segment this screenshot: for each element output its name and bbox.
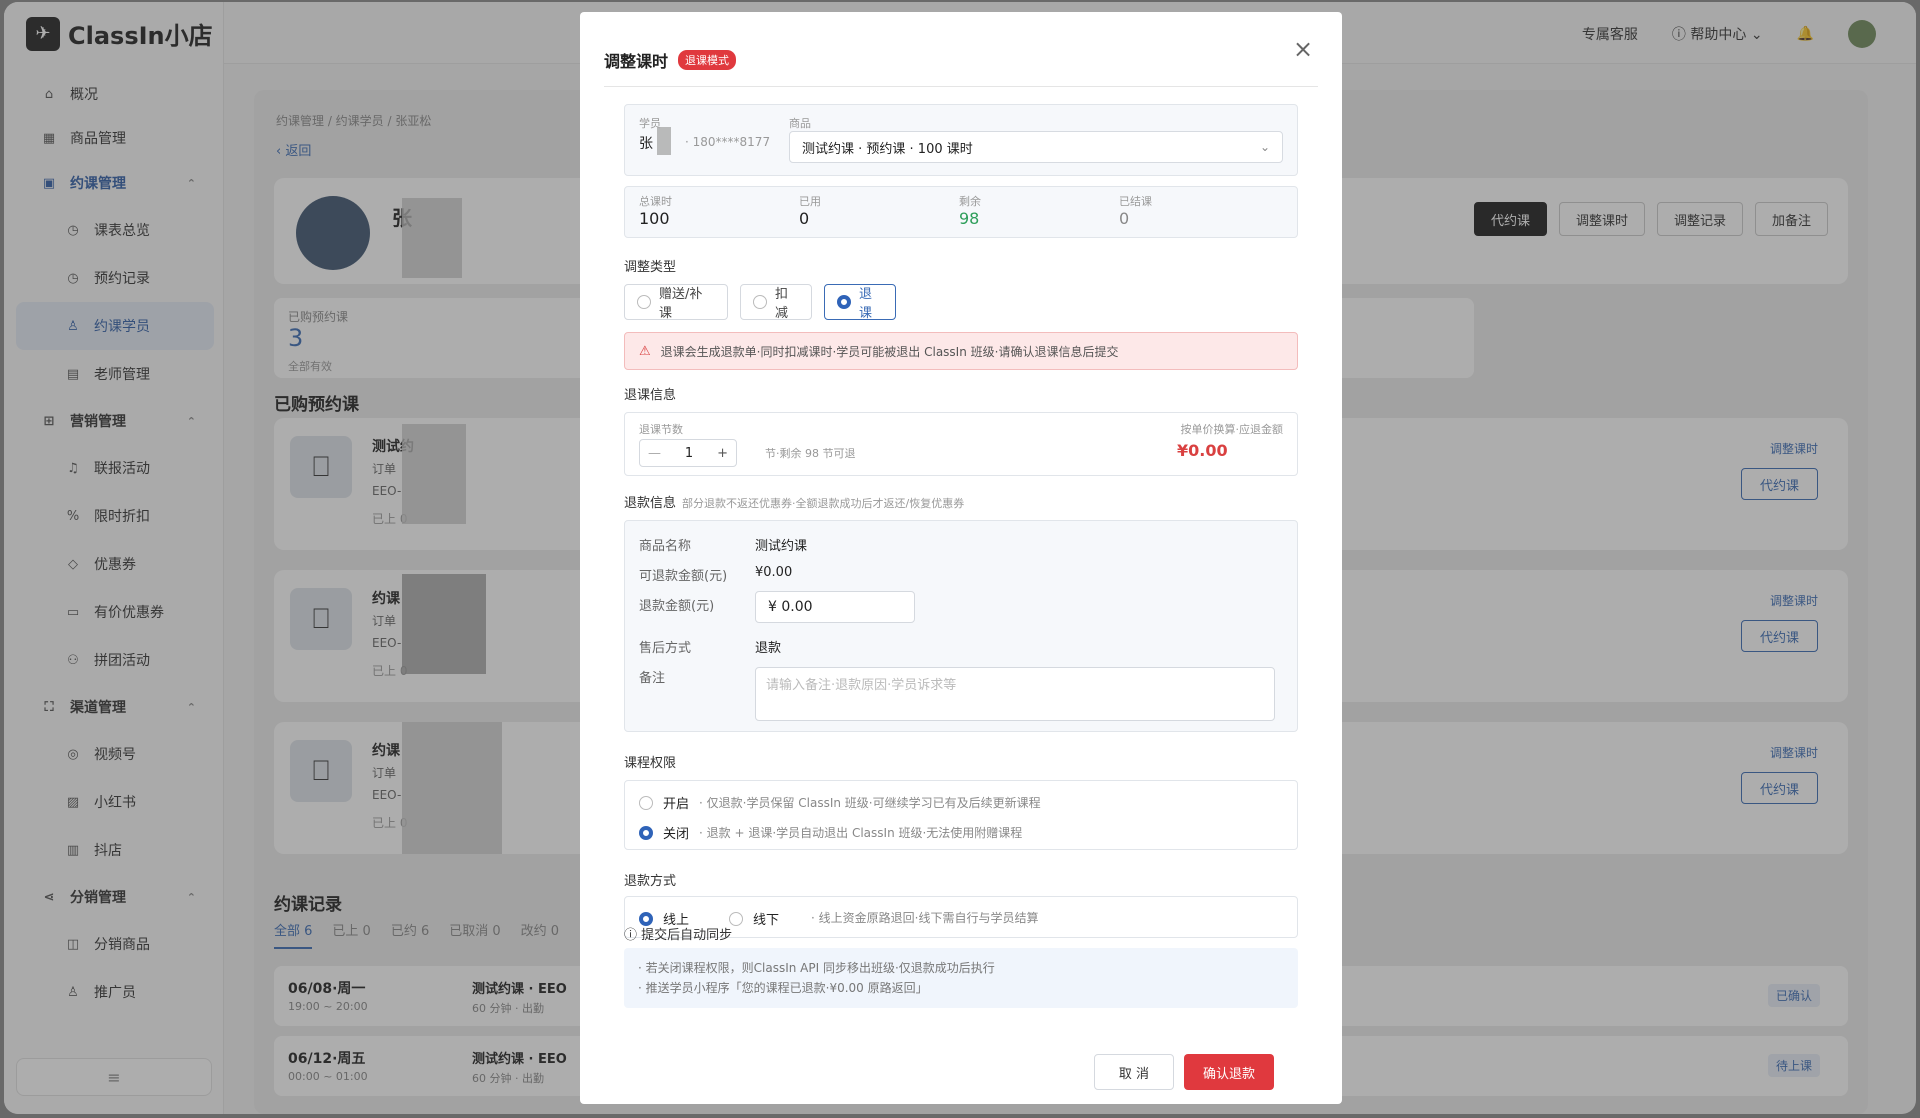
adjust-type-label: 调整类型: [624, 260, 677, 275]
sync-line: · 推送学员小程序「您的课程已退款·¥0.00 原路返回」: [638, 981, 928, 995]
sync-line: · 若关闭课程权限，则ClassIn API 同步移出班级·仅退款成功后执行: [638, 961, 995, 975]
product-value: 测试约课 · 预约课 · 100 课时: [802, 141, 973, 157]
product-name-value: 测试约课: [755, 539, 808, 554]
radio-icon: [753, 295, 767, 309]
student-product-box: 学员 张 · 180****8177 商品 测试约课 · 预约课 · 100 课…: [624, 104, 1298, 176]
info-icon: ⓘ: [624, 928, 638, 943]
drop-count-label: 退课节数: [639, 423, 683, 436]
refund-info-box: 商品名称 测试约课 可退款金额(元) ¥0.00 退款金额(元) ¥ 0.00 …: [624, 520, 1298, 732]
permission-box: 开启 · 仅退款·学员保留 ClassIn 班级·可继续学习已有及后续更新课程 …: [624, 780, 1298, 850]
warning-icon: ⚠: [639, 343, 651, 359]
after-sale-label: 售后方式: [639, 641, 692, 656]
used-hours-label: 已用: [799, 195, 821, 208]
student-name: 张: [639, 136, 653, 152]
refund-info-hint: 部分退款不返还优惠券·全额退款成功后才返还/恢复优惠券: [682, 497, 965, 510]
option-name: 开启: [663, 797, 690, 812]
refund-amount-label: 退款金额(元): [639, 599, 715, 614]
drop-count-value: 1: [684, 445, 694, 461]
product-name-label: 商品名称: [639, 539, 692, 554]
student-phone: · 180****8177: [685, 135, 771, 149]
refundable-label: 可退款金额(元): [639, 569, 728, 584]
method-desc: · 线上资金原路退回·线下需自行与学员结算: [811, 911, 1039, 925]
hours-stats-box: 总课时 100 已用 0 剩余 98 已结课 0: [624, 186, 1298, 238]
warning-text: 退课会生成退款单·同时扣减课时·学员可能被退出 ClassIn 班级·请确认退课…: [660, 344, 1119, 359]
drop-remaining: 节·剩余 98 节可退: [765, 447, 856, 460]
divider: [604, 86, 1318, 87]
permission-close-radio[interactable]: 关闭 · 退款 + 退课·学员自动退出 ClassIn 班级·无法使用附赠课程: [639, 823, 1022, 842]
drop-count-stepper[interactable]: — 1 +: [639, 439, 737, 467]
radio-icon: [639, 795, 653, 810]
sync-notes: · 若关闭课程权限，则ClassIn API 同步移出班级·仅退款成功后执行 ·…: [624, 948, 1298, 1008]
warning-banner: ⚠ 退课会生成退款单·同时扣减课时·学员可能被退出 ClassIn 班级·请确认…: [624, 332, 1298, 370]
cancel-button[interactable]: 取 消: [1094, 1054, 1174, 1090]
note-label: 备注: [639, 671, 666, 686]
permission-label: 课程权限: [624, 756, 677, 771]
note-textarea[interactable]: 请输入备注·退款原因·学员诉求等: [755, 667, 1275, 721]
product-select[interactable]: 测试约课 · 预约课 · 100 课时 ⌄: [789, 131, 1283, 163]
remaining-hours-label: 剩余: [959, 195, 981, 208]
radio-checked-icon: [837, 295, 851, 309]
option-desc: · 退款 + 退课·学员自动退出 ClassIn 班级·无法使用附赠课程: [699, 826, 1023, 840]
type-gift-radio[interactable]: 赠送/补课: [624, 284, 728, 321]
total-hours-label: 总课时: [639, 195, 672, 208]
type-drop-radio[interactable]: 退课: [824, 284, 896, 321]
plus-icon[interactable]: +: [717, 446, 728, 461]
refund-amount-input[interactable]: ¥ 0.00: [755, 591, 915, 623]
type-label: 退课: [859, 287, 873, 321]
refund-method-label: 退款方式: [624, 874, 677, 889]
minus-icon[interactable]: —: [648, 446, 661, 461]
type-label: 赠送/补课: [659, 287, 703, 321]
type-label: 扣减: [775, 287, 789, 321]
radio-icon: [637, 295, 651, 309]
confirm-refund-button[interactable]: 确认退款: [1184, 1054, 1274, 1090]
drop-info-label: 退课信息: [624, 388, 677, 403]
permission-open-radio[interactable]: 开启 · 仅退款·学员保留 ClassIn 班级·可继续学习已有及后续更新课程: [639, 793, 1041, 812]
radio-checked-icon: [639, 825, 653, 840]
modal-title: 调整课时: [604, 52, 669, 71]
used-hours-value: 0: [799, 209, 810, 228]
refund-info-title: 退款信息: [624, 496, 677, 511]
sync-title: ⓘ 提交后自动同步: [624, 924, 732, 943]
after-sale-value: 退款: [755, 641, 782, 656]
finished-hours-label: 已结课: [1119, 195, 1152, 208]
option-desc: · 仅退款·学员保留 ClassIn 班级·可继续学习已有及后续更新课程: [699, 796, 1041, 810]
adjust-hours-modal: 调整课时 退课模式 × 学员 张 · 180****8177 商品 测试约课 ·…: [580, 12, 1342, 1104]
total-hours-value: 100: [639, 209, 670, 228]
method-offline-radio[interactable]: 线下: [729, 909, 779, 928]
option-name: 线下: [753, 913, 780, 928]
product-label: 商品: [789, 117, 811, 130]
mode-tag: 退课模式: [678, 50, 737, 70]
option-name: 关闭: [663, 827, 690, 842]
drop-info-box: 退课节数 — 1 + 节·剩余 98 节可退 按单价换算·应退金额 ¥0.00: [624, 412, 1298, 476]
price-label: 按单价换算·应退金额: [1180, 423, 1284, 436]
chevron-down-icon: ⌄: [1259, 140, 1270, 154]
finished-hours-value: 0: [1119, 209, 1130, 228]
refund-amount-value: ¥0.00: [1177, 441, 1228, 460]
sync-label: 提交后自动同步: [641, 928, 733, 943]
type-deduct-radio[interactable]: 扣减: [740, 284, 812, 321]
refund-info-label: 退款信息 部分退款不返还优惠券·全额退款成功后才返还/恢复优惠券: [624, 492, 964, 511]
remaining-hours-value: 98: [959, 209, 980, 228]
close-icon[interactable]: ×: [1288, 34, 1318, 64]
refundable-value: ¥0.00: [755, 565, 793, 580]
